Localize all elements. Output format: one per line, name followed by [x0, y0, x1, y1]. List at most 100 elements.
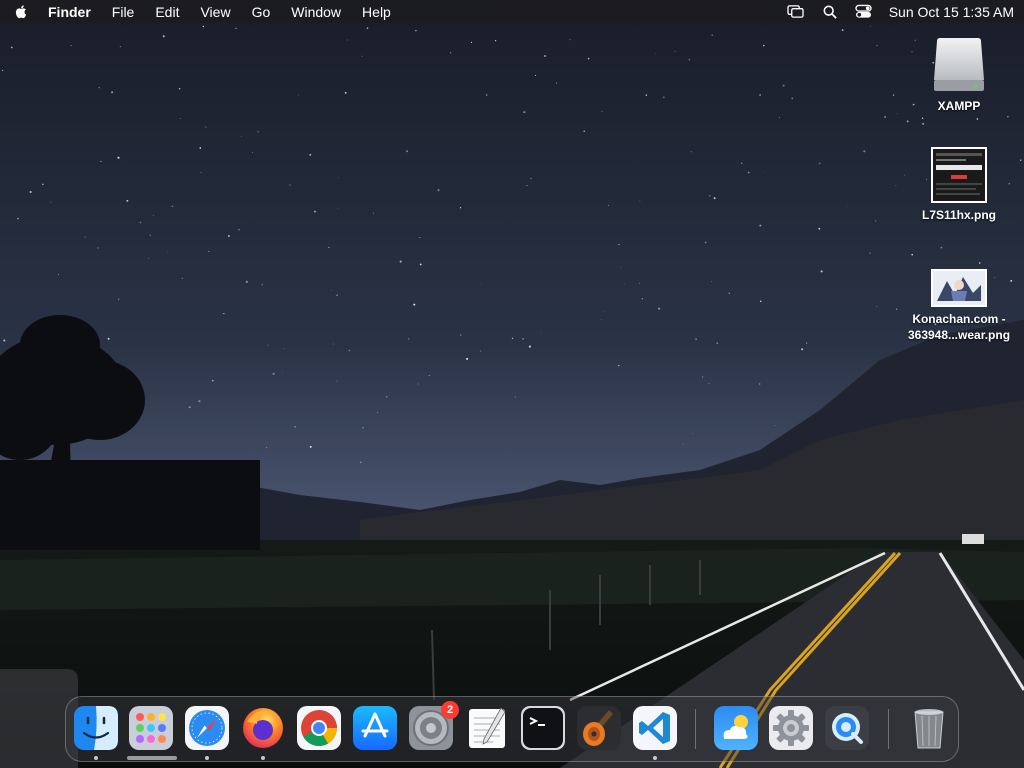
spotlight-search-icon[interactable]: [821, 4, 839, 20]
wallpaper-star: [747, 171, 750, 174]
dock-app-safari[interactable]: [185, 706, 229, 750]
wallpaper-star: [17, 217, 19, 220]
wallpaper-star: [118, 298, 120, 300]
wallpaper-star: [283, 348, 285, 349]
wallpaper-star: [200, 172, 202, 173]
dock-separator: [888, 709, 889, 749]
menu-file[interactable]: File: [112, 4, 135, 20]
wallpaper-star: [690, 151, 692, 153]
desktop-item-label-line1: Konachan.com -: [912, 312, 1006, 326]
dock-app-trash[interactable]: [907, 706, 951, 750]
menu-app-finder[interactable]: Finder: [48, 4, 91, 20]
wallpaper-star: [818, 162, 821, 165]
wallpaper-star: [211, 379, 214, 382]
wallpaper-star: [480, 350, 482, 352]
wallpaper-star: [386, 396, 388, 398]
wallpaper-star: [841, 29, 844, 32]
wallpaper-star: [470, 41, 473, 44]
menu-edit[interactable]: Edit: [155, 4, 179, 20]
wallpaper-star: [289, 184, 291, 186]
wallpaper-star: [583, 130, 585, 132]
dock-app-system-settings[interactable]: [769, 706, 813, 750]
wallpaper-star: [42, 183, 44, 186]
wallpaper-star: [227, 235, 230, 237]
wallpaper-star: [3, 339, 6, 342]
menu-go[interactable]: Go: [252, 4, 271, 20]
menu-view[interactable]: View: [200, 4, 230, 20]
wallpaper-star: [555, 82, 557, 84]
wallpaper-star: [459, 207, 462, 209]
dock: 2: [65, 696, 959, 762]
wallpaper-star: [344, 91, 347, 94]
desktop-item-l7s11hx-png[interactable]: L7S11hx.png: [904, 147, 1014, 223]
wallpaper-star: [708, 382, 710, 385]
menu-help[interactable]: Help: [362, 4, 391, 20]
wallpaper-star: [791, 97, 794, 100]
gear-icon: [769, 706, 813, 750]
wallpaper-star: [466, 357, 469, 360]
wallpaper-star: [29, 190, 32, 194]
wallpaper-star: [139, 221, 142, 224]
dock-app-launchpad[interactable]: [129, 706, 173, 750]
wallpaper-star: [740, 162, 743, 165]
wallpaper-star: [437, 189, 440, 192]
dock-app-weather[interactable]: [714, 706, 758, 750]
screen-mirroring-icon[interactable]: [787, 4, 805, 20]
wallpaper-star: [716, 342, 719, 345]
wallpaper-star: [245, 280, 248, 283]
drive-icon: [930, 36, 988, 94]
wallpaper-star: [298, 94, 299, 96]
wallpaper-star: [523, 111, 526, 114]
menu-window[interactable]: Window: [291, 4, 341, 20]
wallpaper-star: [869, 252, 871, 254]
dock-app-system-preferences[interactable]: 2: [409, 701, 459, 750]
wallpaper-star: [1007, 115, 1009, 118]
dock-app-chrome[interactable]: [297, 706, 341, 750]
dock-app-finder[interactable]: [74, 706, 118, 750]
dock-app-vscode[interactable]: [633, 706, 677, 750]
dock-app-app-store[interactable]: [353, 706, 397, 750]
wallpaper-star: [569, 39, 571, 41]
wallpaper-star: [332, 343, 334, 345]
wallpaper-star: [480, 283, 482, 285]
wallpaper-star: [167, 251, 169, 253]
dock-app-firefox[interactable]: [241, 706, 285, 750]
desktop-item-konachan-png[interactable]: Konachan.com - 363948...wear.png: [904, 269, 1014, 343]
wallpaper-star: [494, 40, 497, 42]
wallpaper-star: [922, 122, 925, 125]
menubar-clock[interactable]: Sun Oct 15 1:35 AM: [889, 4, 1014, 20]
wallpaper-star: [272, 372, 275, 375]
wallpaper-star: [362, 427, 364, 429]
dock-app-terminal[interactable]: [521, 706, 565, 750]
wallpaper-star: [682, 443, 684, 445]
wallpaper-star: [97, 247, 99, 249]
wallpaper-star: [148, 257, 149, 259]
wallpaper-star: [235, 27, 237, 30]
vscode-icon: [633, 706, 677, 750]
dock-separator: [695, 709, 696, 749]
desktop-item-xampp[interactable]: XAMPP: [904, 36, 1014, 114]
wallpaper-star: [266, 447, 268, 449]
wallpaper-star: [348, 349, 351, 352]
wallpaper-star: [688, 58, 691, 61]
wallpaper-star: [778, 117, 780, 119]
menu-bar: Finder File Edit View Go Window Help Sun…: [0, 0, 1024, 23]
dock-app-textedit[interactable]: [465, 706, 509, 750]
chrome-icon: [297, 706, 341, 750]
dock-app-quicktime[interactable]: [825, 706, 869, 750]
dock-app-garageband[interactable]: [577, 706, 621, 750]
wallpaper-star: [638, 282, 640, 284]
wallpaper-star: [624, 283, 626, 285]
safari-icon: [185, 706, 229, 750]
wallpaper-star: [331, 290, 332, 291]
wallpaper-star: [1, 69, 4, 72]
running-indicator: [94, 756, 98, 760]
apple-menu-icon[interactable]: [14, 4, 30, 20]
wallpaper-star: [208, 250, 210, 253]
wallpaper-star: [336, 294, 338, 297]
firefox-icon: [243, 708, 283, 748]
control-center-icon[interactable]: [855, 4, 873, 20]
wallpaper-star: [895, 308, 898, 310]
wallpaper-star: [58, 273, 59, 275]
wallpaper-star: [198, 400, 201, 403]
